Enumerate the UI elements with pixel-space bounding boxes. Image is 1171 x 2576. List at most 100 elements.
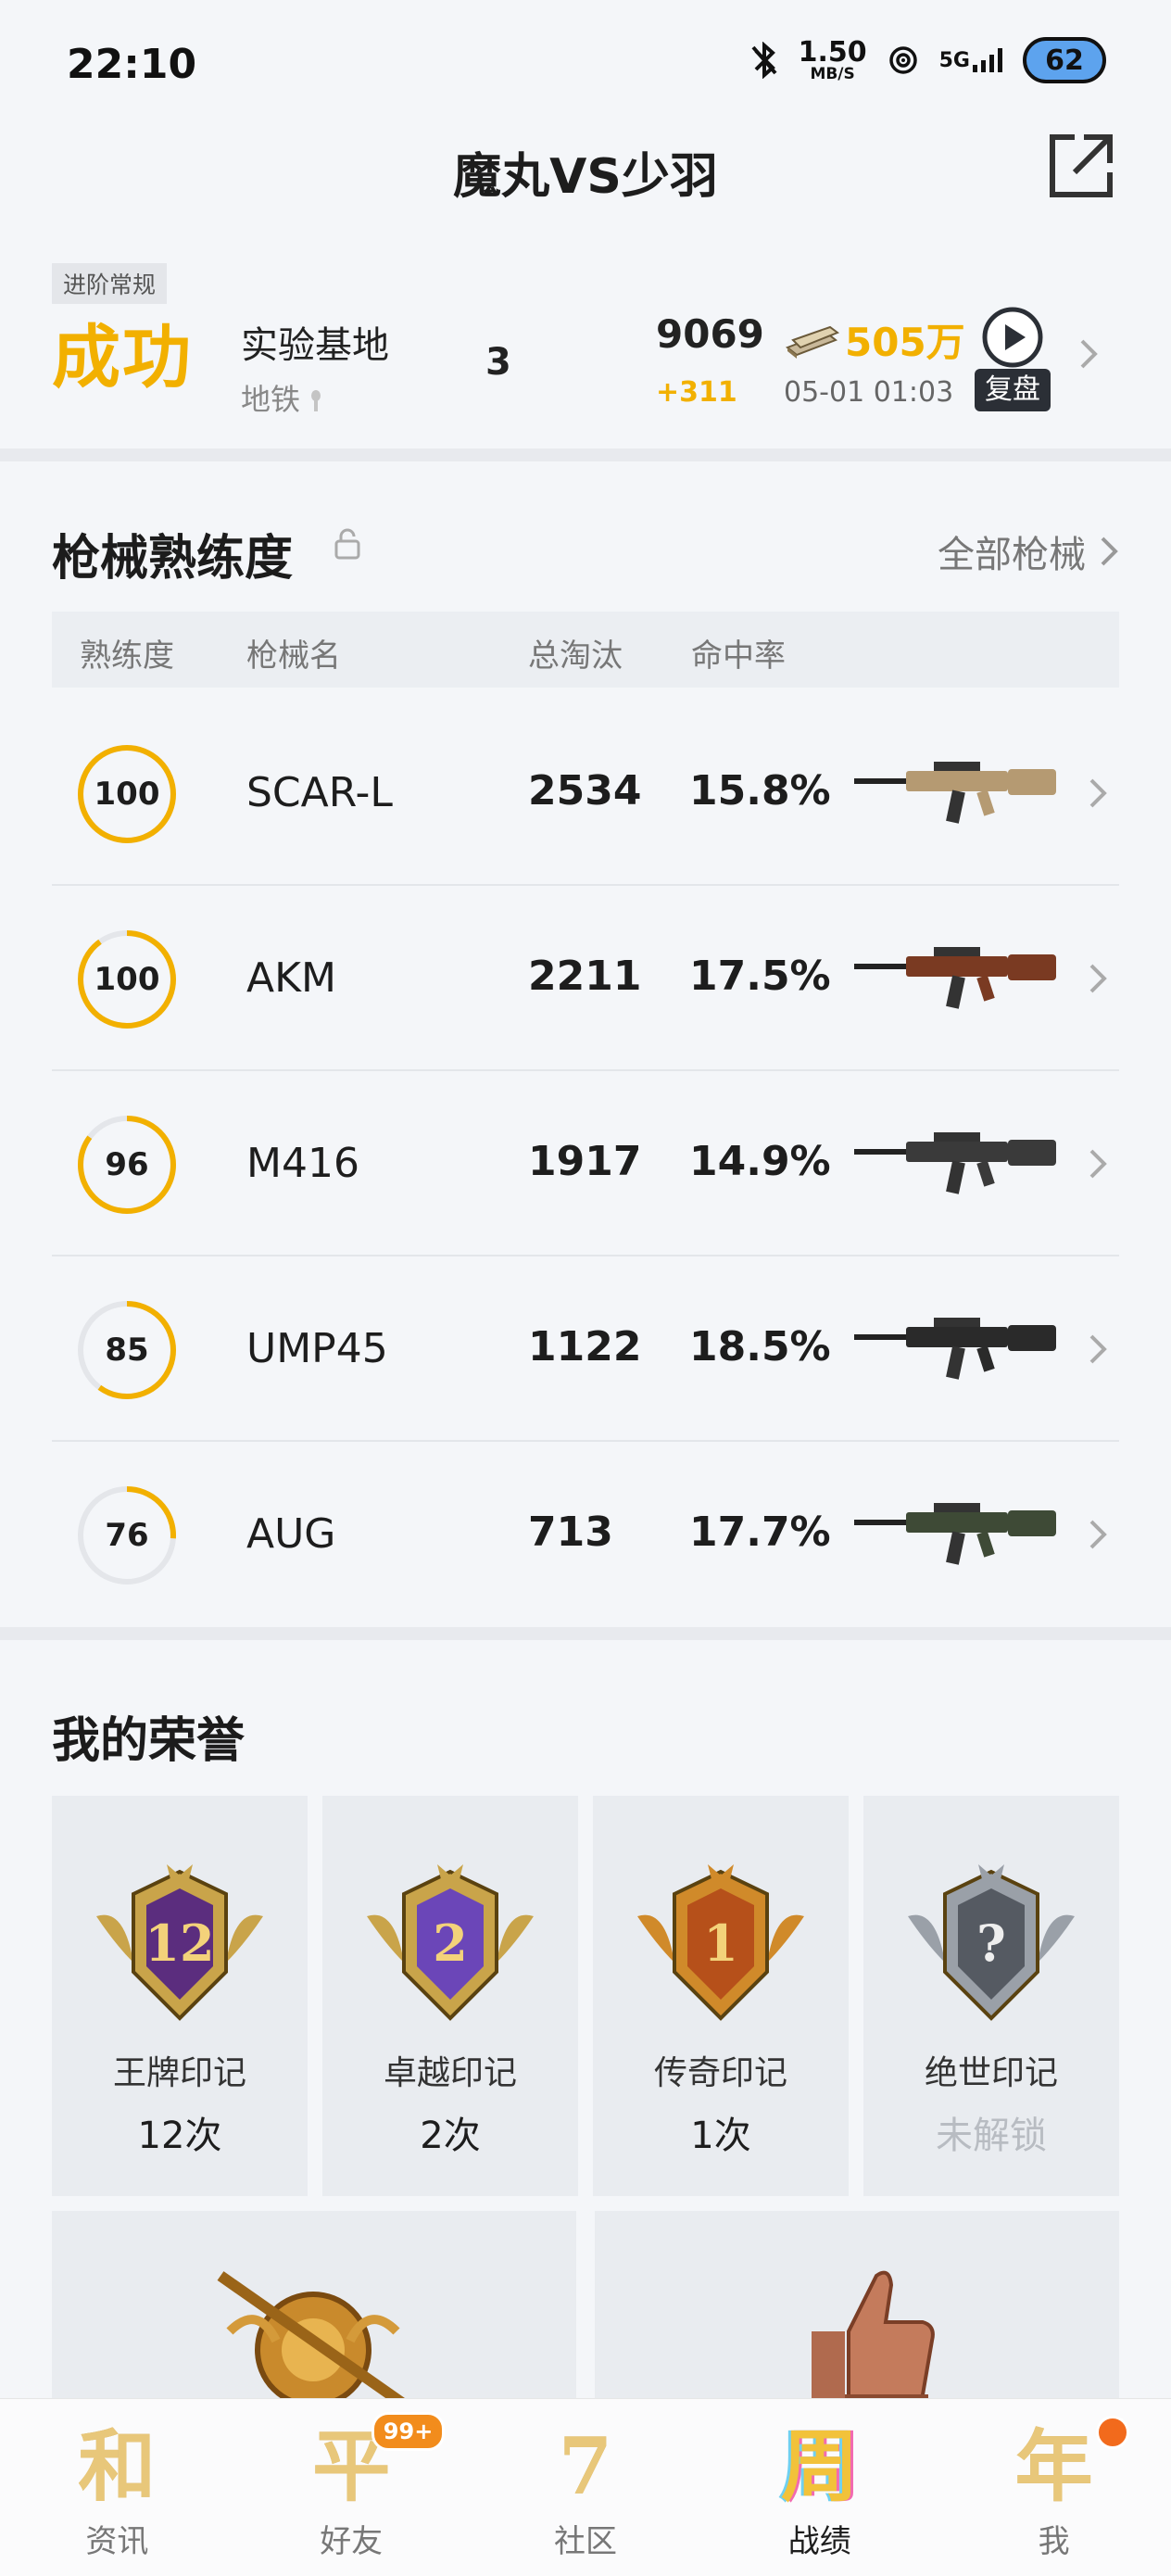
nav-logo-icon: 和 xyxy=(78,2420,157,2512)
weapon-kills: 1122 xyxy=(528,1323,642,1370)
share-icon[interactable] xyxy=(1047,132,1115,200)
weapon-hit-rate: 17.5% xyxy=(689,953,831,1000)
weapon-name: M416 xyxy=(246,1140,359,1187)
chevron-right-icon xyxy=(1089,964,1107,993)
proficiency-ring: 96 xyxy=(78,1116,176,1214)
nav-item-资讯[interactable]: 和资讯 xyxy=(0,2399,234,2576)
match-coins: 505万 xyxy=(784,311,965,368)
status-icons: 1.50 MB/S 5G 62 xyxy=(750,37,1106,83)
honor-card[interactable]: 2 卓越印记 2次 xyxy=(322,1796,578,2196)
chevron-right-icon xyxy=(1089,778,1107,808)
nav-logo-icon: 年 xyxy=(1014,2420,1093,2512)
nav-label: 战绩 xyxy=(787,2523,851,2560)
weapon-hit-rate: 15.8% xyxy=(689,767,831,814)
weapon-image-icon xyxy=(854,1132,1056,1194)
match-score-delta: +311 xyxy=(656,376,737,409)
nav-item-社区[interactable]: 7 社区 xyxy=(469,2399,703,2576)
proficiency-ring: 85 xyxy=(78,1301,176,1399)
section-divider xyxy=(0,448,1171,461)
header-total-kills: 总淘汰 xyxy=(528,638,623,675)
nav-label: 资讯 xyxy=(85,2523,149,2560)
proficiency-value: 85 xyxy=(105,1332,148,1369)
notification-dot xyxy=(1096,2416,1130,2449)
network-speed-unit: MB/S xyxy=(810,64,855,83)
weapon-hit-rate: 17.7% xyxy=(689,1509,831,1556)
replay-button[interactable]: 复盘 xyxy=(975,306,1051,415)
honor-badge-number: ? xyxy=(976,1913,1006,1973)
match-result: 成功 xyxy=(52,318,193,398)
proficiency-value: 100 xyxy=(94,961,160,998)
honor-count: 12次 xyxy=(137,2115,222,2157)
proficiency-value: 76 xyxy=(105,1517,148,1554)
nav-logo-icon: 周 xyxy=(780,2420,859,2512)
honor-badge-number: 2 xyxy=(433,1913,468,1973)
weapon-image-icon xyxy=(854,947,1056,1009)
hotspot-icon xyxy=(888,46,917,74)
weapon-row[interactable]: 96 M416 1917 14.9% xyxy=(52,1071,1119,1256)
weapon-name: AUG xyxy=(246,1510,336,1558)
page-title: 魔丸VS少羽 xyxy=(453,149,718,205)
network-speed: 1.50 MB/S xyxy=(798,35,867,83)
nav-item-我[interactable]: 年我 xyxy=(937,2399,1171,2576)
nav-label: 我 xyxy=(1038,2523,1070,2560)
weapon-row[interactable]: 76 AUG 713 17.7% xyxy=(52,1442,1119,1627)
weapon-row[interactable]: 100 SCAR-L 2534 15.8% xyxy=(52,701,1119,886)
nav-logo-icon: 7 xyxy=(558,2420,613,2512)
network-speed-value: 1.50 xyxy=(798,35,867,69)
proficiency-value: 96 xyxy=(105,1146,148,1183)
honor-name: 王牌印记 xyxy=(112,2054,246,2092)
nav-label: 好友 xyxy=(320,2523,384,2560)
section-divider xyxy=(0,1627,1171,1640)
match-score: 9069 xyxy=(656,311,764,357)
chevron-right-icon xyxy=(1089,1520,1107,1549)
header-proficiency: 熟练度 xyxy=(80,638,174,675)
gold-bars-icon xyxy=(786,325,839,359)
match-card[interactable]: 进阶常规 成功 实验基地 地铁 3 9069 +311 505万 05-01 0… xyxy=(52,263,1119,428)
weapon-kills: 1917 xyxy=(528,1138,642,1185)
header-weapon-name: 枪械名 xyxy=(246,638,341,675)
play-icon xyxy=(982,307,1043,368)
weapon-image-icon xyxy=(854,1318,1056,1380)
bluetooth-off-icon xyxy=(751,42,777,79)
weapon-row[interactable]: 100 AKM 2211 17.5% xyxy=(52,886,1119,1071)
weapon-image-icon xyxy=(854,762,1056,824)
honor-name: 绝世印记 xyxy=(924,2054,1058,2092)
honor-name: 卓越印记 xyxy=(383,2054,517,2092)
nav-item-战绩[interactable]: 周战绩 xyxy=(702,2399,937,2576)
weapon-name: UMP45 xyxy=(246,1325,388,1372)
chevron-right-icon[interactable] xyxy=(1078,337,1099,371)
weapon-name: SCAR-L xyxy=(246,769,393,816)
header-hit-rate: 命中率 xyxy=(691,638,786,675)
cell-signal-icon: 5G xyxy=(939,48,1002,72)
proficiency-value: 100 xyxy=(94,776,160,813)
chevron-right-icon xyxy=(1089,1334,1107,1364)
proficiency-ring: 100 xyxy=(78,930,176,1029)
weapon-image-icon xyxy=(854,1503,1056,1565)
honor-count: 未解锁 xyxy=(936,2115,1047,2157)
honor-badge-icon: 2 xyxy=(367,1864,534,2021)
weapons-table-header: 熟练度 枪械名 总淘汰 命中率 xyxy=(52,612,1119,688)
weapon-name: AKM xyxy=(246,954,336,1002)
weapon-kills: 713 xyxy=(528,1509,613,1556)
all-weapons-link[interactable]: 全部枪械 xyxy=(938,524,1119,578)
notification-badge: 99+ xyxy=(371,2412,446,2451)
honor-name: 传奇印记 xyxy=(653,2054,787,2092)
match-mode-tag: 进阶常规 xyxy=(52,263,168,304)
honor-card[interactable]: ? 绝世印记未解锁 xyxy=(863,1796,1119,2196)
location-pin-icon xyxy=(311,390,321,411)
honor-card[interactable]: 1 传奇印记 1次 xyxy=(593,1796,849,2196)
honor-badge-icon: 12 xyxy=(96,1864,263,2021)
proficiency-ring: 76 xyxy=(78,1486,176,1585)
chevron-right-icon xyxy=(1101,537,1118,566)
match-coins-amount: 505万 xyxy=(845,320,965,365)
replay-label: 复盘 xyxy=(975,369,1051,411)
honor-card[interactable]: 12 王牌印记 12次 xyxy=(52,1796,308,2196)
status-time: 22:10 xyxy=(67,41,197,88)
weapon-hit-rate: 14.9% xyxy=(689,1138,831,1185)
nav-item-好友[interactable]: 平好友 99+ xyxy=(234,2399,469,2576)
match-time: 05-01 01:03 xyxy=(784,376,954,409)
weapon-row[interactable]: 85 UMP45 1122 18.5% xyxy=(52,1256,1119,1442)
honor-count: 2次 xyxy=(420,2115,481,2157)
honor-badge-icon: 1 xyxy=(637,1864,804,2021)
match-map: 实验基地 xyxy=(241,324,389,367)
